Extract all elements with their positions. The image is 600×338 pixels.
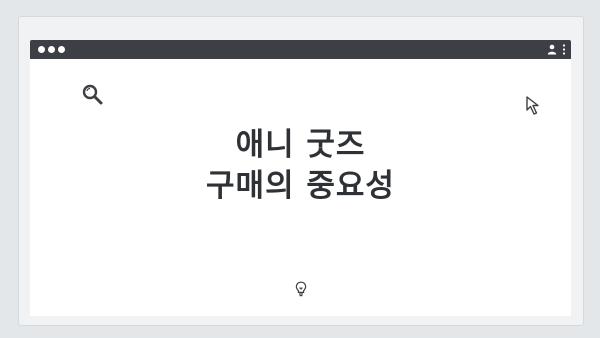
cursor-arrow-icon [526,96,539,115]
window-maximize-button[interactable] [58,46,65,53]
window-close-button[interactable] [38,46,45,53]
slide-content: 애니 굿즈 구매의 중요성 [30,59,571,316]
page-title: 애니 굿즈 구매의 중요성 [30,125,571,207]
browser-titlebar [30,40,571,59]
lightbulb-icon [295,281,307,297]
kebab-menu-icon[interactable] [562,44,566,55]
search-icon [82,84,103,105]
window-minimize-button[interactable] [48,46,55,53]
title-line-2: 구매의 중요성 [206,168,395,204]
title-line-1: 애니 굿즈 [235,127,366,163]
user-icon[interactable] [547,44,557,55]
